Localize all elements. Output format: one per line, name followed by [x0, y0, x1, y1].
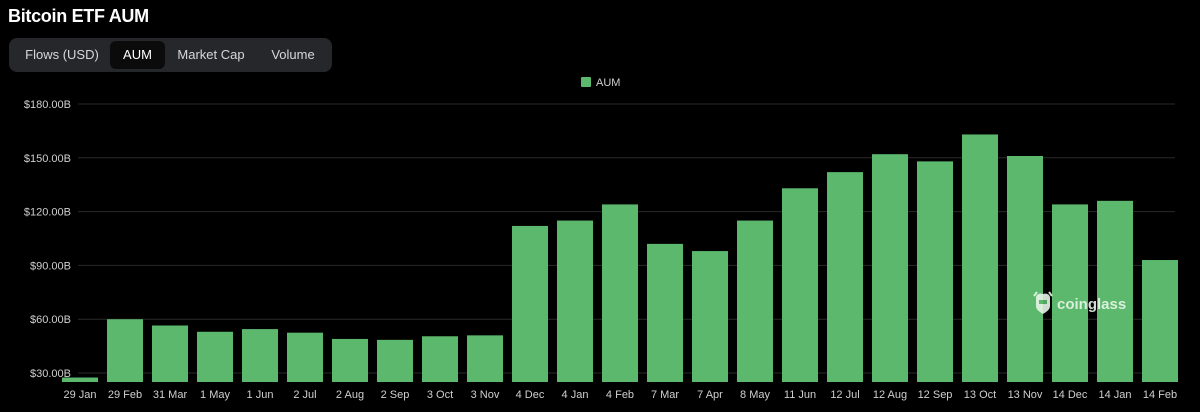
- aum-bar[interactable]: [1097, 200, 1133, 382]
- aum-bar[interactable]: [1007, 155, 1043, 382]
- aum-bar[interactable]: [692, 251, 728, 382]
- aum-bar[interactable]: [782, 188, 818, 382]
- x-tick-label: 2 Aug: [336, 389, 364, 401]
- x-tick-label: 4 Dec: [516, 389, 545, 401]
- aum-bar[interactable]: [557, 220, 593, 382]
- x-tick-label: 14 Dec: [1053, 389, 1088, 401]
- x-tick-label: 4 Feb: [606, 389, 634, 401]
- x-tick-label: 12 Jul: [830, 389, 859, 401]
- axes: $30.00B $60.00B $90.00B $120.00B $150.00B $18…: [24, 99, 1177, 401]
- x-tick-label: 11 Jun: [784, 389, 816, 401]
- legend-swatch-aum: [581, 77, 591, 87]
- coinglass-watermark: coinglass: [1033, 291, 1126, 314]
- x-tick-label: 13 Nov: [1008, 389, 1043, 401]
- x-tick-label: 13 Oct: [964, 389, 996, 401]
- aum-bar[interactable]: [827, 172, 863, 382]
- x-tick-label: 29 Feb: [108, 389, 142, 401]
- aum-bar[interactable]: [917, 161, 953, 382]
- y-tick-label: $120.00B: [24, 207, 71, 219]
- y-tick-label: $90.00B: [30, 260, 71, 272]
- x-tick-label: 1 May: [200, 389, 230, 401]
- y-tick-label: $150.00B: [24, 153, 71, 165]
- x-tick-label: 31 Mar: [153, 389, 188, 401]
- x-tick-label: 7 Apr: [697, 389, 723, 401]
- watermark-text: coinglass: [1057, 296, 1126, 313]
- chart-legend[interactable]: AUM: [581, 77, 620, 89]
- aum-bar[interactable]: [737, 220, 773, 382]
- x-tick-label: 12 Sep: [918, 389, 953, 401]
- aum-bar[interactable]: [242, 329, 278, 382]
- y-tick-label: $30.00B: [30, 368, 71, 380]
- bar-series-aum: [62, 134, 1178, 382]
- aum-bar[interactable]: [647, 243, 683, 382]
- x-tick-label: 2 Jul: [293, 389, 316, 401]
- aum-bar[interactable]: [467, 335, 503, 382]
- x-tick-label: 14 Feb: [1143, 389, 1177, 401]
- legend-label-aum: AUM: [596, 77, 620, 89]
- y-tick-label: $180.00B: [24, 99, 71, 111]
- aum-bar[interactable]: [962, 134, 998, 382]
- aum-bar[interactable]: [152, 325, 188, 383]
- x-tick-label: 7 Mar: [651, 389, 679, 401]
- aum-bar[interactable]: [872, 154, 908, 382]
- aum-bar[interactable]: [197, 331, 233, 382]
- x-tick-label: 2 Sep: [381, 389, 410, 401]
- aum-bar[interactable]: [332, 338, 368, 382]
- aum-bar[interactable]: [377, 339, 413, 382]
- aum-bar[interactable]: [602, 204, 638, 382]
- x-tick-label: 4 Jan: [562, 389, 589, 401]
- x-tick-label: 14 Jan: [1098, 389, 1131, 401]
- x-tick-label: 1 Jun: [247, 389, 274, 401]
- x-tick-label: 3 Nov: [471, 389, 500, 401]
- y-tick-label: $60.00B: [30, 314, 71, 326]
- aum-bar[interactable]: [1142, 260, 1178, 382]
- x-tick-label: 8 May: [740, 389, 770, 401]
- aum-bar[interactable]: [1052, 204, 1088, 382]
- x-tick-label: 3 Oct: [427, 389, 453, 401]
- x-tick-label: 29 Jan: [63, 389, 96, 401]
- aum-bar[interactable]: [422, 336, 458, 382]
- aum-bar[interactable]: [287, 332, 323, 382]
- x-tick-label: 12 Aug: [873, 389, 907, 401]
- aum-bar-chart: $30.00B $60.00B $90.00B $120.00B $150.00B $18…: [24, 77, 1178, 401]
- aum-bar[interactable]: [512, 225, 548, 382]
- aum-bar[interactable]: [107, 319, 143, 382]
